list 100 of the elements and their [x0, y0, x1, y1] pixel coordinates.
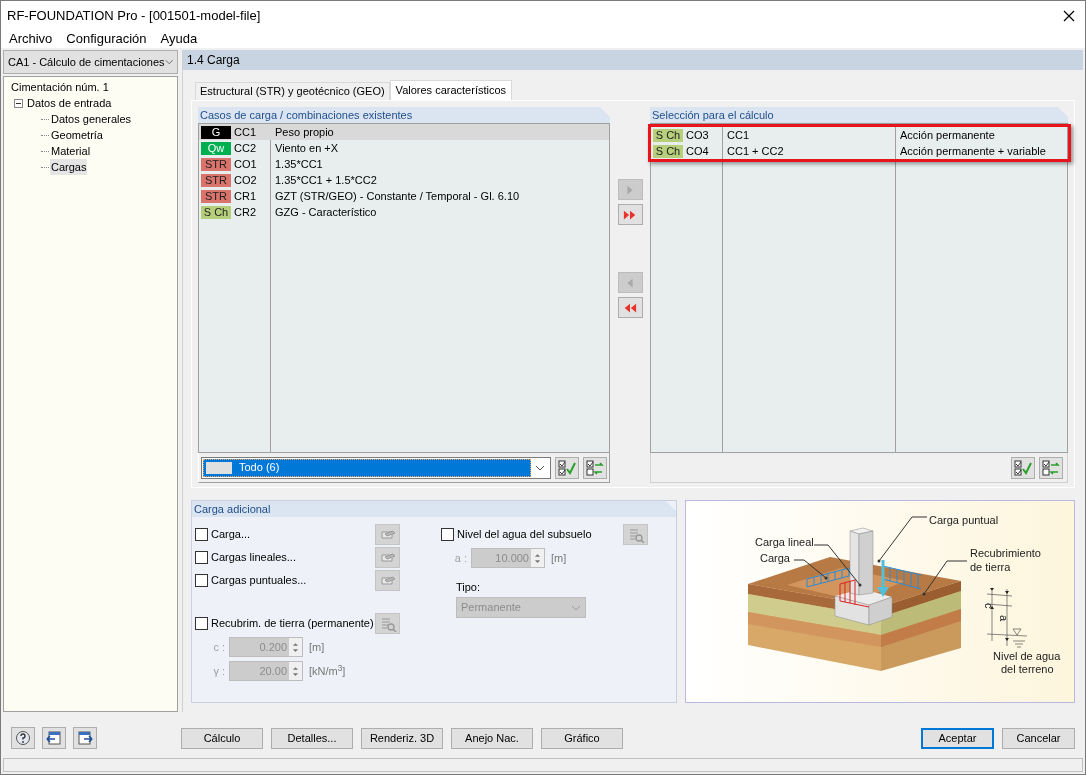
next-window-button[interactable]	[73, 727, 97, 749]
table-cell-text: CO4	[686, 143, 709, 159]
help-button[interactable]	[11, 727, 35, 749]
table-row[interactable]: Qw CC2 Viento en +X	[199, 140, 609, 156]
diagram-label: Carga lineal	[755, 536, 814, 548]
category-tag: Qw	[201, 141, 231, 155]
table-cell-text: Viento en +X	[274, 140, 339, 156]
checkbox[interactable]	[441, 528, 454, 541]
table-row[interactable]: G CC1 Peso propio	[199, 124, 609, 140]
table-row[interactable]: STR CO2 1.35*CC1 + 1.5*CC2	[199, 172, 609, 188]
checkbox[interactable]	[195, 551, 208, 564]
tree-item[interactable]: Material	[50, 142, 92, 160]
diagram-label: Nivel de agua	[993, 650, 1061, 662]
invert-selection-button[interactable]	[583, 456, 607, 479]
field-label: γ :	[212, 663, 225, 679]
table-cell: CC1	[727, 128, 749, 141]
leader-line	[877, 516, 928, 563]
collapse-icon[interactable]	[14, 98, 23, 108]
diagram-label: de tierra	[970, 561, 1011, 573]
move-all-right-button[interactable]	[617, 204, 643, 225]
table-cell-text: Peso propio	[274, 124, 334, 140]
category-tag: S Ch	[653, 144, 683, 158]
field-label: a :	[453, 550, 467, 566]
action-button[interactable]: Renderiz. 3D	[361, 727, 443, 749]
dialog-button[interactable]: Cancelar	[1002, 727, 1075, 749]
menu-item[interactable]: Ayuda	[160, 29, 198, 49]
menu-item[interactable]: Archivo	[9, 29, 53, 49]
table-row[interactable]: S Ch CR2 GZG - Característico	[199, 204, 609, 220]
table-header: Carga adicional	[192, 501, 676, 517]
checkbox[interactable]	[195, 617, 208, 630]
diagram-label: del terreno	[1001, 663, 1054, 675]
table-cell-text: GZT (STR/GEO) - Constante / Temporal - Gl. 6.10	[274, 188, 520, 204]
tab[interactable]: Estructural (STR) y geotécnico (GEO)	[195, 82, 390, 100]
checkbox-label[interactable]: Carga...	[211, 526, 375, 543]
category-tag: STR	[201, 189, 231, 203]
table-cell-text: CC1	[234, 124, 256, 140]
table-row[interactable]: S Ch CO3 CC1 Acción permanente	[651, 127, 1068, 143]
previous-window-icon	[46, 730, 62, 746]
table-cell-text: CR1	[234, 188, 256, 204]
diagram-label: a	[998, 615, 1010, 622]
diagram-label: Recubrimiento	[970, 547, 1041, 559]
move-all-left-button[interactable]	[617, 297, 643, 318]
checkbox[interactable]	[195, 574, 208, 587]
field-label: c :	[212, 639, 225, 655]
action-button[interactable]: Cálculo	[181, 727, 263, 749]
case-dropdown[interactable]: CA1 - Cálculo de cimentaciones	[3, 50, 178, 74]
window-title: RF-FOUNDATION Pro - [001501-model-file]	[7, 6, 261, 25]
invert-selection-icon	[1042, 459, 1060, 476]
category-tag: G	[201, 125, 231, 139]
checkbox-label[interactable]: Cargas puntuales...	[211, 572, 375, 589]
table-cell-text: 1.35*CC1 + 1.5*CC2	[274, 172, 377, 188]
table-cell-text: CC2	[234, 140, 256, 156]
unit-label: [kN/m$^{3}$]	[309, 662, 346, 679]
select-all-button[interactable]	[1011, 456, 1035, 479]
tree-item[interactable]: Cargas	[50, 158, 88, 176]
table-cell-text: CR2	[234, 204, 256, 220]
invert-selection-icon	[586, 459, 604, 476]
menu-item[interactable]: Configuración	[66, 29, 147, 49]
section-header: 1.4 Carga	[183, 50, 1083, 70]
select-all-icon	[1014, 459, 1032, 476]
unit-label: [m]	[309, 639, 325, 655]
tree-item[interactable]: Datos de entrada	[26, 94, 113, 112]
checkbox[interactable]	[195, 528, 208, 541]
next-window-icon	[77, 730, 93, 746]
dialog-button[interactable]: Aceptar	[921, 727, 994, 749]
table-row[interactable]: S Ch CO4 CC1 + CC2 Acción permanente + variable	[651, 143, 1068, 159]
category-tag: S Ch	[653, 128, 683, 142]
select-all-button[interactable]	[555, 456, 579, 479]
tree-item[interactable]: Geometría	[50, 126, 104, 144]
checkbox-label[interactable]: Recubrim. de tierra (permanente)	[211, 615, 375, 632]
category-tag: STR	[201, 173, 231, 187]
tab[interactable]: Valores característicos	[389, 80, 513, 100]
action-button[interactable]: Anejo Nac.	[451, 727, 533, 749]
tree-item[interactable]: Datos generales	[50, 110, 133, 128]
leader-line	[922, 560, 968, 596]
table-cell-text: CO2	[234, 172, 257, 188]
chevron-icon	[535, 463, 545, 472]
table-cell: CC1 + CC2	[727, 144, 784, 157]
select-all-icon	[558, 459, 576, 476]
table-cell-text: CO3	[686, 127, 709, 143]
help-icon	[15, 730, 31, 746]
previous-window-button[interactable]	[42, 727, 66, 749]
field-label: Tipo:	[456, 580, 482, 595]
table-row[interactable]: STR CR1 GZT (STR/GEO) - Constante / Temporal - Gl. 6.10	[199, 188, 609, 204]
table-row[interactable]: STR CO1 1.35*CC1	[199, 156, 609, 172]
close-icon[interactable]	[1063, 9, 1075, 22]
checkbox-label[interactable]: Nivel del agua del subsuelo	[457, 526, 623, 543]
diagram-label: Carga	[760, 552, 790, 564]
table-cell-text: GZG - Característico	[274, 204, 377, 220]
action-button[interactable]: Detalles...	[271, 727, 353, 749]
diagram-label: Carga puntual	[929, 514, 999, 526]
tree-item[interactable]: Cimentación núm. 1	[10, 78, 110, 96]
checkbox-label[interactable]: Cargas lineales...	[211, 549, 375, 566]
filter-dropdown[interactable]: Todo (6)	[201, 456, 551, 479]
unit-label: [m]	[551, 550, 567, 566]
table-cell-text: Acción permanente	[899, 127, 995, 143]
action-button[interactable]: Gráfico	[541, 727, 623, 749]
table-header: Casos de carga / combinaciones existentes	[198, 107, 610, 123]
invert-selection-button[interactable]	[1039, 456, 1063, 479]
table-cell-text: CO1	[234, 156, 257, 172]
